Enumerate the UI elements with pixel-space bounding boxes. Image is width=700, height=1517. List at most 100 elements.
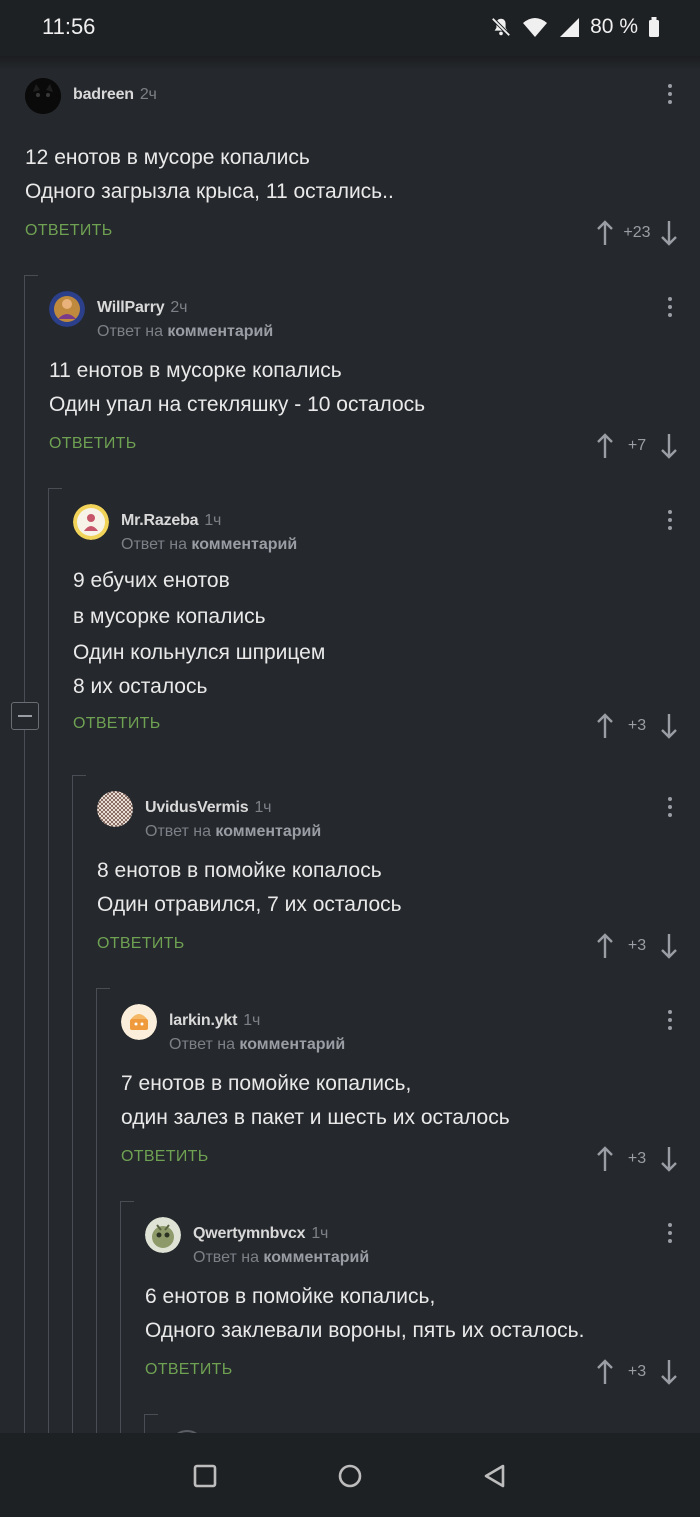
avatar[interactable]: [97, 791, 133, 827]
comment-author[interactable]: Mr.Razeba 1ч: [121, 512, 221, 530]
reply-button[interactable]: ОТВЕТИТЬ: [49, 435, 137, 453]
vote-count: +7: [627, 437, 647, 454]
comment: larkin.ykt 1ч Ответ на комментарий 7 енот…: [121, 996, 700, 1182]
back-icon[interactable]: [482, 1463, 508, 1489]
more-options-icon[interactable]: [666, 510, 674, 536]
thread-branch: [96, 988, 110, 989]
more-options-icon[interactable]: [666, 84, 674, 110]
avatar[interactable]: [121, 1004, 157, 1040]
comment-time: 1ч: [311, 1225, 329, 1242]
more-options-icon[interactable]: [666, 297, 674, 323]
avatar[interactable]: [145, 1217, 181, 1253]
more-options-icon[interactable]: [666, 1010, 674, 1036]
reply-to-target[interactable]: комментарий: [239, 1036, 345, 1053]
upvote-icon[interactable]: [594, 932, 616, 960]
comment-thread: badreen 2ч 12 енотов в мусоре копались Од…: [0, 70, 700, 1433]
comment-author[interactable]: badreen 2ч: [73, 86, 157, 104]
comment-line: 7 енотов в помойке копались,: [121, 1072, 412, 1095]
comment: Mr.Razeba 1ч Ответ на комментарий 9 ебучи…: [73, 496, 700, 749]
comment-line: Один упал на стекляшку - 10 осталось: [49, 393, 426, 416]
thread-line[interactable]: [48, 488, 49, 1433]
vote-count: +3: [627, 1363, 647, 1380]
reply-to-link[interactable]: Ответ на комментарий: [145, 823, 321, 841]
vote-count: +3: [627, 1150, 647, 1167]
avatar[interactable]: [25, 78, 61, 114]
avatar[interactable]: [49, 291, 85, 327]
author-name[interactable]: larkin.ykt: [169, 1012, 237, 1029]
author-name[interactable]: WillParry: [97, 299, 165, 316]
app-bar-shadow: [0, 56, 700, 70]
thread-branch: [144, 1414, 158, 1415]
reply-to-target[interactable]: комментарий: [215, 823, 321, 840]
comment-author[interactable]: WillParry 2ч: [97, 299, 187, 317]
author-name[interactable]: Mr.Razeba: [121, 512, 199, 529]
downvote-icon[interactable]: [658, 1145, 680, 1173]
vote-controls: +23: [594, 210, 680, 256]
comment-author[interactable]: UvidusVermis 1ч: [145, 799, 271, 817]
reply-button[interactable]: ОТВЕТИТЬ: [73, 715, 161, 733]
status-icons: 80 %: [490, 14, 660, 40]
downvote-icon[interactable]: [658, 932, 680, 960]
comment-time: 2ч: [170, 299, 188, 316]
downvote-icon[interactable]: [658, 432, 680, 460]
comment-line: 11 енотов в мусорке копались: [49, 359, 342, 382]
thread-line[interactable]: [72, 775, 73, 1433]
thread-branch: [120, 1201, 134, 1202]
comment: WillParry 2ч Ответ на комментарий 11 енот…: [49, 283, 700, 469]
comment-text: 12 енотов в мусоре копались Одного загры…: [25, 141, 700, 209]
comment-line: Один кольнулся шприцем: [73, 641, 326, 664]
vote-controls: +3: [594, 923, 680, 969]
downvote-icon[interactable]: [658, 712, 680, 740]
comment-text: 9 ебучих енотов в мусорке копались Один …: [73, 563, 700, 703]
reply-to-link[interactable]: Ответ на комментарий: [121, 536, 297, 554]
comment: Qwertymnbvcx 1ч Ответ на комментарий 6 ен…: [145, 1209, 700, 1395]
comment-author[interactable]: larkin.ykt 1ч: [169, 1012, 260, 1030]
downvote-icon[interactable]: [658, 1358, 680, 1386]
comment-text: 7 енотов в помойке копались, один залез …: [121, 1067, 700, 1135]
reply-to-link[interactable]: Ответ на комментарий: [193, 1249, 369, 1267]
upvote-icon[interactable]: [594, 712, 616, 740]
status-time: 11:56: [42, 14, 96, 39]
reply-to-prefix: Ответ на: [169, 1036, 235, 1053]
reply-to-target[interactable]: комментарий: [263, 1249, 369, 1266]
thread-line[interactable]: [24, 275, 25, 1433]
avatar[interactable]: [73, 504, 109, 540]
author-name[interactable]: Qwertymnbvcx: [193, 1225, 306, 1242]
reply-button[interactable]: ОТВЕТИТЬ: [25, 222, 113, 240]
upvote-icon[interactable]: [594, 1358, 616, 1386]
author-name[interactable]: UvidusVermis: [145, 799, 249, 816]
vote-count: +3: [627, 717, 647, 734]
comment-time: 1ч: [204, 512, 222, 529]
upvote-icon[interactable]: [594, 432, 616, 460]
thread-branch: [48, 488, 62, 489]
reply-to-target[interactable]: комментарий: [167, 323, 273, 340]
reply-to-link[interactable]: Ответ на комментарий: [169, 1036, 345, 1054]
comment-line: Один отравился, 7 их осталось: [97, 893, 402, 916]
thread-line[interactable]: [144, 1414, 145, 1433]
reply-to-target[interactable]: комментарий: [191, 536, 297, 553]
reply-button[interactable]: ОТВЕТИТЬ: [145, 1361, 233, 1379]
reply-to-link[interactable]: Ответ на комментарий: [97, 323, 273, 341]
thread-line[interactable]: [96, 988, 97, 1433]
reply-to-prefix: Ответ на: [121, 536, 187, 553]
reply-to-prefix: Ответ на: [97, 323, 163, 340]
more-options-icon[interactable]: [666, 797, 674, 823]
comment-time: 2ч: [139, 86, 157, 103]
collapse-thread-button[interactable]: [11, 702, 39, 730]
comment-text: 6 енотов в помойке копались, Одного закл…: [145, 1280, 700, 1348]
comment-line: 9 ебучих енотов: [73, 569, 230, 592]
downvote-icon[interactable]: [658, 219, 680, 247]
comment-line: Одного заклевали вороны, пять их осталос…: [145, 1319, 585, 1342]
notifications-muted-icon: [490, 16, 512, 38]
author-name[interactable]: badreen: [73, 86, 134, 103]
more-options-icon[interactable]: [666, 1223, 674, 1249]
recent-apps-icon[interactable]: [192, 1463, 218, 1489]
reply-button[interactable]: ОТВЕТИТЬ: [121, 1148, 209, 1166]
upvote-icon[interactable]: [594, 1145, 616, 1173]
home-icon[interactable]: [337, 1463, 363, 1489]
upvote-icon[interactable]: [594, 219, 616, 247]
comment-author[interactable]: Qwertymnbvcx 1ч: [193, 1225, 328, 1243]
comment-line: в мусорке копались: [73, 605, 266, 628]
thread-line[interactable]: [120, 1201, 121, 1433]
reply-button[interactable]: ОТВЕТИТЬ: [97, 935, 185, 953]
